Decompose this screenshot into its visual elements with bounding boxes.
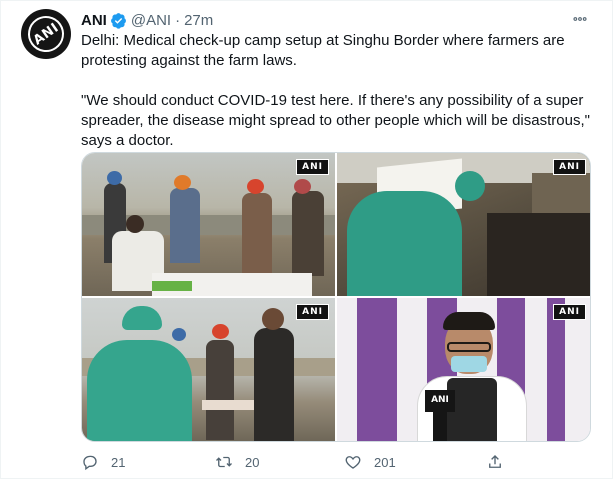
reply-count: 21 xyxy=(111,454,126,470)
turban-blue xyxy=(107,171,122,185)
verified-badge-icon xyxy=(110,12,126,29)
reply-button[interactable]: 21 xyxy=(81,452,125,472)
doctor-hair xyxy=(443,312,495,330)
like-count: 201 xyxy=(374,454,396,470)
face-mask xyxy=(451,356,487,372)
doctor-cap xyxy=(122,306,162,330)
microphone-handle xyxy=(433,412,447,441)
doctor-green-gown xyxy=(87,340,192,441)
heart-icon xyxy=(345,456,361,469)
separator-dot: · xyxy=(175,11,181,29)
retweet-count: 20 xyxy=(245,454,260,470)
display-name[interactable]: ANI xyxy=(81,12,107,29)
doctor-cap xyxy=(455,171,485,201)
more-dots-glyph xyxy=(573,17,587,21)
tweet-header: ANI @ANI · 27m xyxy=(81,10,213,30)
person-figure xyxy=(242,193,272,273)
photo-doctor-checkup[interactable]: ANI xyxy=(337,153,590,296)
person-figure xyxy=(170,188,200,263)
tweet-text-line-2: "We should conduct COVID-19 test here. I… xyxy=(81,92,590,149)
ani-logo: ANI xyxy=(21,9,71,59)
purple-stripe xyxy=(357,298,397,441)
avatar[interactable]: ANI xyxy=(21,9,71,59)
retweet-button[interactable]: 20 xyxy=(215,452,259,472)
person-figure xyxy=(292,191,324,276)
tweet-text: Delhi: Medical check-up camp setup at Si… xyxy=(81,31,596,151)
photo-medicine-distribution[interactable]: ANI xyxy=(82,298,335,441)
mic-label: ANI xyxy=(431,395,449,405)
hands-exchange xyxy=(202,400,254,410)
eyeglasses xyxy=(447,342,491,352)
turban-red xyxy=(212,324,229,339)
ani-watermark: ANI xyxy=(296,304,329,320)
person-figure xyxy=(206,340,234,440)
retweet-icon xyxy=(216,456,232,468)
doctor-green-gown xyxy=(347,191,462,296)
ground-area xyxy=(532,173,590,213)
patient-figure xyxy=(487,213,590,296)
man-black-jacket xyxy=(254,328,294,441)
ani-watermark: ANI xyxy=(553,159,586,175)
turban-blue xyxy=(172,328,186,341)
turban-orange xyxy=(174,175,191,190)
green-box xyxy=(152,281,192,291)
avatar-logo-text: ANI xyxy=(30,20,62,48)
doctor-head xyxy=(126,215,144,233)
microphone: ANI xyxy=(425,390,455,412)
tweet-actions: 21 20 201 xyxy=(81,452,511,472)
man-head xyxy=(262,308,284,330)
tweet-text-line-1: Delhi: Medical check-up camp setup at Si… xyxy=(81,32,565,69)
turban-maroon xyxy=(294,179,311,194)
reply-icon xyxy=(83,455,97,471)
tweet-card[interactable]: ANI ANI @ANI · 27m Delhi: Medical check-… xyxy=(0,0,613,479)
turban-red xyxy=(247,179,264,194)
photo-doctor-interview[interactable]: ANI ANI xyxy=(337,298,590,441)
ani-watermark: ANI xyxy=(553,304,586,320)
handle[interactable]: @ANI xyxy=(131,12,171,29)
share-icon xyxy=(489,455,501,468)
more-dots-icon[interactable] xyxy=(570,11,590,27)
timestamp[interactable]: 27m xyxy=(184,12,213,29)
ani-watermark: ANI xyxy=(296,159,329,175)
share-button[interactable] xyxy=(486,452,504,472)
photo-medical-camp[interactable]: ANI xyxy=(82,153,335,296)
media-grid: ANI ANI ANI ANI ANI xyxy=(81,152,591,442)
like-button[interactable]: 201 xyxy=(344,452,396,472)
